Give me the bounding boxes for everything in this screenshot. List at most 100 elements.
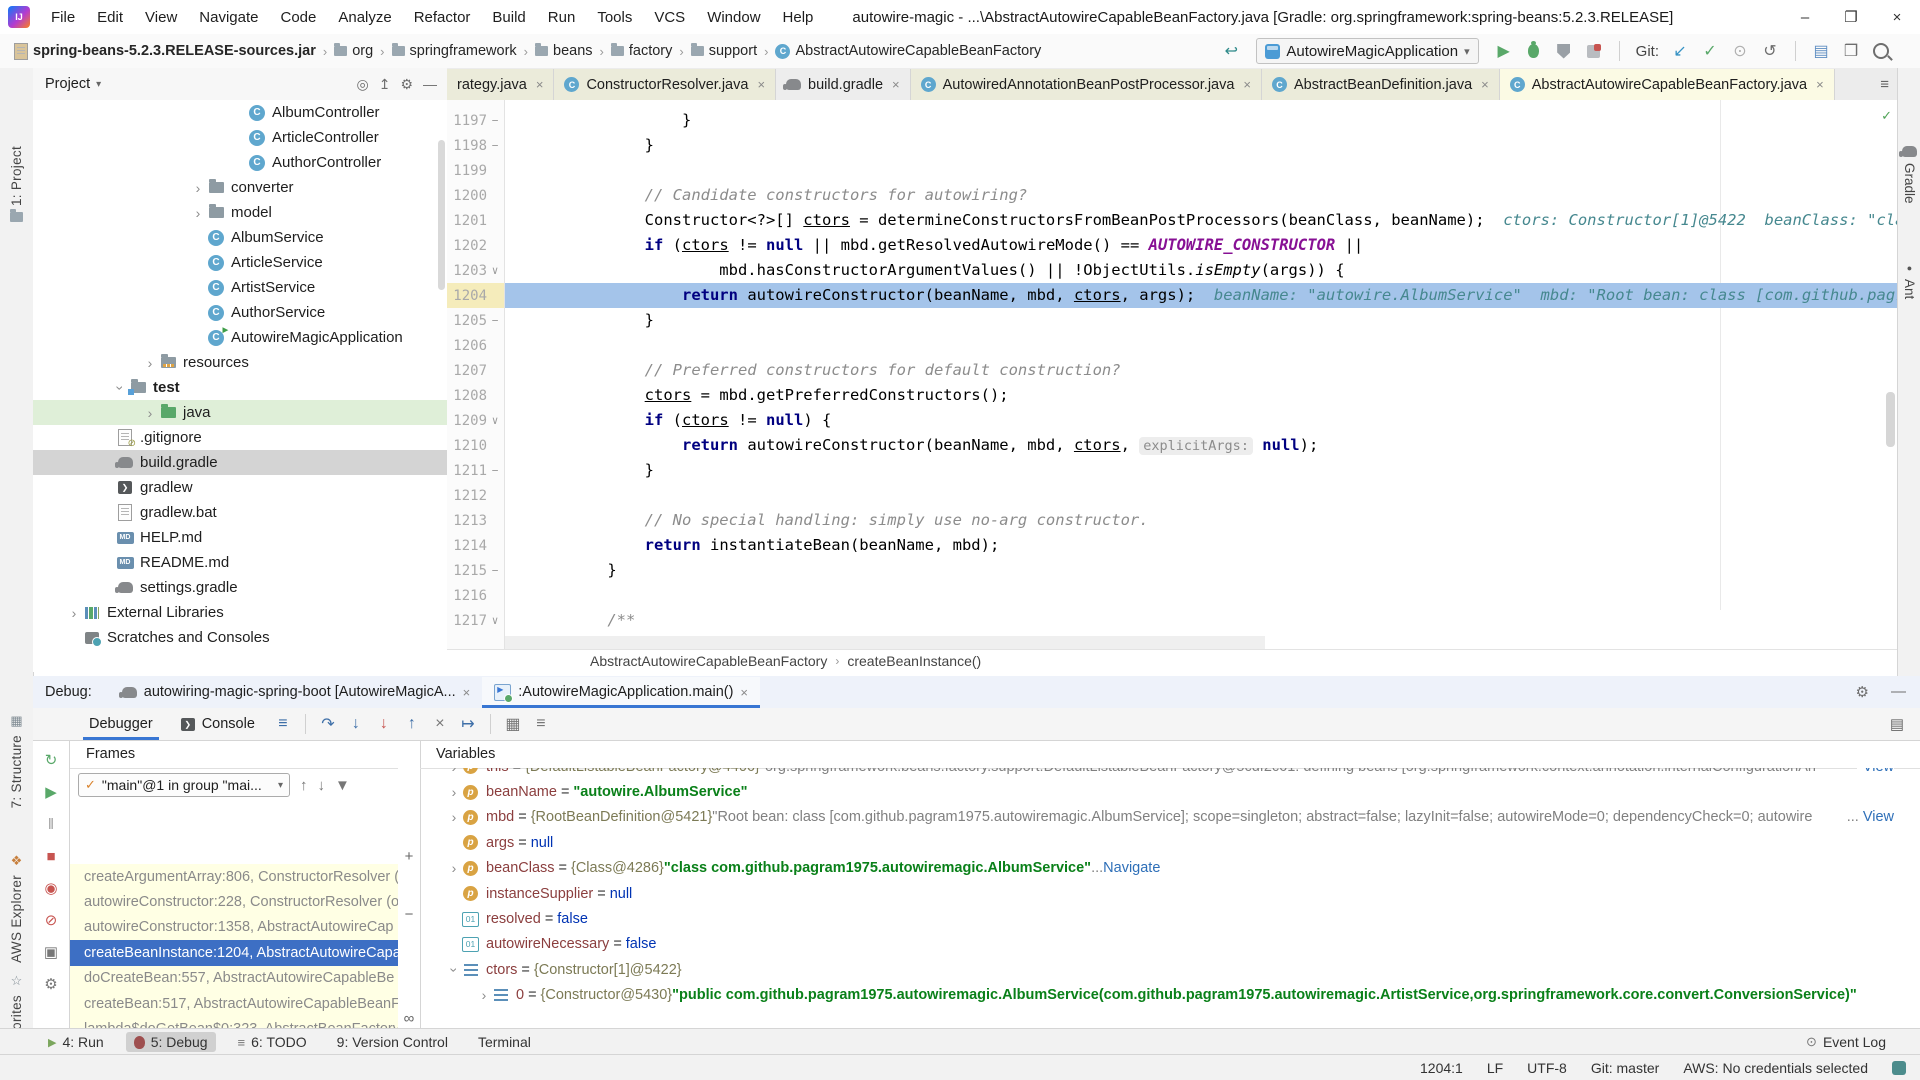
- evaluate-expression-icon[interactable]: ▦: [499, 712, 527, 736]
- tree-item-albumservice[interactable]: CAlbumService: [33, 225, 447, 250]
- menu-item-view[interactable]: View: [134, 1, 188, 34]
- variable-row-autowirenecessary[interactable]: 01autowireNecessary=false: [420, 932, 1920, 957]
- settings-icon[interactable]: ⚙: [1856, 683, 1869, 701]
- trace-settings-icon[interactable]: ≡: [527, 712, 555, 736]
- gutter-line-1205[interactable]: 1205−: [447, 308, 504, 333]
- gutter-line-1198[interactable]: 1198−: [447, 133, 504, 158]
- gutter-line-1214[interactable]: 1214: [447, 533, 504, 558]
- code-line-1214[interactable]: return instantiateBean(beanName, mbd);: [505, 533, 1897, 558]
- breadcrumb-item[interactable]: factory: [611, 43, 673, 59]
- gutter-line-1216[interactable]: 1216: [447, 583, 504, 608]
- toolwindow-button-9-version-control[interactable]: 9: Version Control: [329, 1032, 456, 1052]
- toolwindow-button-terminal[interactable]: Terminal: [470, 1032, 539, 1052]
- status-git-branch[interactable]: Git: master: [1591, 1060, 1659, 1076]
- run-to-cursor-icon[interactable]: ↦: [454, 712, 482, 736]
- editor-tab-abstractbeandefinition-java[interactable]: CAbstractBeanDefinition.java×: [1262, 69, 1500, 100]
- gutter-line-1207[interactable]: 1207: [447, 358, 504, 383]
- navigate-link[interactable]: Navigate: [1103, 860, 1160, 876]
- stop-icon[interactable]: ■: [46, 846, 55, 866]
- stack-frame-row[interactable]: createArgumentArray:806, ConstructorReso…: [70, 864, 398, 889]
- resume-icon[interactable]: ▶: [45, 782, 57, 802]
- menu-item-edit[interactable]: Edit: [86, 1, 134, 34]
- tree-item-articlecontroller[interactable]: CArticleController: [33, 125, 447, 150]
- editor-tab-autowiredannotationbeanpostprocessor-java[interactable]: CAutowiredAnnotationBeanPostProcessor.ja…: [911, 69, 1262, 100]
- tab-list-icon[interactable]: ≡: [1880, 76, 1889, 93]
- editor-tab-build-gradle[interactable]: build.gradle×: [776, 69, 911, 100]
- tree-item-autowiremagicapplication[interactable]: CAutowireMagicApplication: [33, 325, 447, 350]
- gutter-line-1202[interactable]: 1202: [447, 233, 504, 258]
- stack-frame-row[interactable]: autowireConstructor:228, ConstructorReso…: [70, 889, 398, 914]
- close-icon[interactable]: ×: [1243, 77, 1251, 92]
- view-breakpoints-icon[interactable]: ◉: [44, 878, 57, 898]
- close-icon[interactable]: ×: [740, 685, 748, 700]
- tree-item-converter[interactable]: ›converter: [33, 175, 447, 200]
- hide-frames-filter-icon[interactable]: ▼: [335, 777, 350, 794]
- hide-panel-icon[interactable]: —: [1891, 683, 1906, 701]
- minimize-icon[interactable]: –: [1782, 1, 1828, 34]
- menu-item-analyze[interactable]: Analyze: [327, 1, 402, 34]
- sidebar-toolwindow-aws-explorer[interactable]: ❖AWS Explorer: [0, 853, 33, 963]
- code-line-1205[interactable]: }: [505, 308, 1897, 333]
- menu-item-tools[interactable]: Tools: [586, 1, 643, 34]
- stack-frame-row[interactable]: autowireConstructor:1358, AbstractAutowi…: [70, 915, 398, 940]
- tree-item-test[interactable]: ›test: [33, 375, 447, 400]
- fold-down-icon[interactable]: ∨: [487, 264, 503, 277]
- gutter-line-1200[interactable]: 1200: [447, 183, 504, 208]
- gutter-line-1212[interactable]: 1212: [447, 483, 504, 508]
- restore-layout-icon[interactable]: ❒: [1838, 39, 1864, 63]
- code-line-1210[interactable]: return autowireConstructor(beanName, mbd…: [505, 433, 1897, 458]
- tree-item-resources[interactable]: ›resources: [33, 350, 447, 375]
- debugger-view-tab-debugger[interactable]: Debugger: [75, 709, 167, 740]
- tree-item-settings-gradle[interactable]: settings.gradle: [33, 575, 447, 600]
- remove-watch-icon[interactable]: −: [398, 906, 420, 923]
- sidebar-toolwindow-ant[interactable]: ●Ant: [1898, 263, 1920, 299]
- debug-session-tab[interactable]: :AutowireMagicApplication.main()×: [482, 677, 760, 708]
- code-line-1207[interactable]: // Preferred constructors for default co…: [505, 358, 1897, 383]
- search-everywhere-button[interactable]: [1868, 39, 1894, 63]
- fold-minus-icon[interactable]: −: [487, 114, 503, 127]
- tree-item-albumcontroller[interactable]: CAlbumController: [33, 100, 447, 125]
- restore-layout-icon[interactable]: ▤: [1890, 715, 1904, 733]
- gutter-line-1208[interactable]: 1208: [447, 383, 504, 408]
- editor-tab-constructorresolver-java[interactable]: CConstructorResolver.java×: [554, 69, 776, 100]
- code-line-1203[interactable]: mbd.hasConstructorArgumentValues() || !O…: [505, 258, 1897, 283]
- menu-item-help[interactable]: Help: [772, 1, 825, 34]
- breadcrumb-item[interactable]: CAbstractAutowireCapableBeanFactory: [775, 43, 1041, 59]
- diff-icon[interactable]: ▤: [1808, 39, 1834, 63]
- git-commit-icon[interactable]: ✓: [1697, 39, 1723, 63]
- git-update-icon[interactable]: ↙: [1667, 39, 1693, 63]
- debug-button[interactable]: [1521, 39, 1547, 63]
- git-history-icon[interactable]: ⊙: [1727, 39, 1753, 63]
- gutter-line-1213[interactable]: 1213: [447, 508, 504, 533]
- code-line-1199[interactable]: [505, 158, 1897, 183]
- tree-item-gradlew-bat[interactable]: gradlew.bat: [33, 500, 447, 525]
- close-icon[interactable]: ×: [892, 77, 900, 92]
- variable-row-this[interactable]: ›pthis={DefaultListableBeanFactory@4406}…: [420, 768, 1920, 779]
- collapse-all-icon[interactable]: ↥: [379, 76, 391, 93]
- project-scrollbar[interactable]: [438, 140, 445, 290]
- view-link[interactable]: ... View: [1841, 809, 1894, 825]
- editor-breadcrumb-item[interactable]: AbstractAutowireCapableBeanFactory: [590, 653, 827, 669]
- mute-breakpoints-icon[interactable]: ⊘: [45, 910, 58, 930]
- git-rollback-icon[interactable]: ↺: [1757, 39, 1783, 63]
- hide-panel-icon[interactable]: —: [423, 76, 437, 93]
- tree-item-java[interactable]: ›java: [33, 400, 447, 425]
- thread-dump-icon[interactable]: ▣: [44, 942, 58, 962]
- variable-row-0[interactable]: ›0={Constructor@5430} "public com.github…: [420, 983, 1920, 1008]
- breadcrumb-item[interactable]: springframework: [392, 43, 517, 59]
- code-line-1201[interactable]: Constructor<?>[] ctors = determineConstr…: [505, 208, 1897, 233]
- menu-item-navigate[interactable]: Navigate: [188, 1, 269, 34]
- step-into-icon[interactable]: ↓: [342, 712, 370, 736]
- code-line-1208[interactable]: ctors = mbd.getPreferredConstructors();: [505, 383, 1897, 408]
- variable-row-beanname[interactable]: ›pbeanName="autowire.AlbumService": [420, 779, 1920, 804]
- variable-row-ctors[interactable]: ›ctors={Constructor[1]@5422}: [420, 957, 1920, 982]
- toolwindow-button-6-todo[interactable]: ≡6: TODO: [230, 1032, 315, 1052]
- editor-code-area[interactable]: } } // Candidate constructors for autowi…: [505, 100, 1897, 650]
- pause-icon[interactable]: ‖: [48, 814, 54, 834]
- debug-settings-icon[interactable]: ⚙: [44, 974, 57, 994]
- inspections-ok-icon[interactable]: ✓: [1881, 108, 1892, 124]
- evaluate-arbitrary-icon[interactable]: ∞: [398, 1010, 420, 1027]
- code-line-1202[interactable]: if (ctors != null || mbd.getResolvedAuto…: [505, 233, 1897, 258]
- editor-tab-abstractautowirecapablebeanfactory-java[interactable]: CAbstractAutowireCapableBeanFactory.java…: [1500, 69, 1835, 100]
- tree-item-readme-md[interactable]: MDREADME.md: [33, 550, 447, 575]
